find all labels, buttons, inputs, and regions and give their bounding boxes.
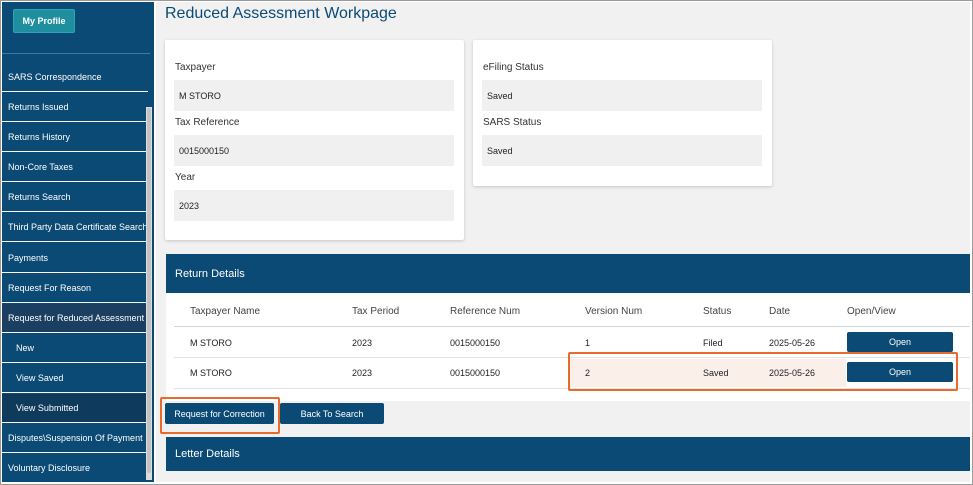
return-details-header: Return Details	[166, 254, 970, 293]
sidebar-scrollbar-thumb[interactable]	[147, 108, 151, 473]
sidebar-item-label: Payments	[8, 252, 49, 263]
sidebar-item-request-reduced-assessment[interactable]: Request for Reduced Assessment	[2, 304, 148, 333]
sidebar-item-label: Disputes\Suspension Of Payment	[8, 432, 143, 443]
row-highlight-outline	[568, 352, 958, 391]
row-status: Filed	[703, 338, 723, 348]
sidebar-item-label: Request for Reduced Assessment	[8, 312, 145, 323]
table-header-divider	[174, 326, 970, 327]
sidebar-item-sars-correspondence[interactable]: SARS Correspondence	[2, 63, 148, 92]
row-reference-num: 0015000150	[450, 338, 501, 348]
my-profile-button[interactable]: My Profile	[13, 9, 75, 33]
column-header-open-view[interactable]: Open/View	[847, 306, 896, 317]
sars-status-label: SARS Status	[483, 117, 542, 128]
sidebar-item-label: Returns Search	[8, 191, 71, 202]
sidebar-item-returns-issued[interactable]: Returns Issued	[2, 93, 148, 122]
sidebar-item-returns-history[interactable]: Returns History	[2, 123, 148, 152]
sidebar-item-voluntary-disclosure[interactable]: Voluntary Disclosure	[2, 454, 148, 482]
sars-status-field: Saved	[482, 135, 762, 166]
sidebar-item-label: Voluntary Disclosure	[8, 462, 91, 473]
sidebar: My Profile SARS Correspondence Returns I…	[2, 2, 154, 482]
sidebar-item-third-party-data[interactable]: Third Party Data Certificate Search	[2, 213, 148, 242]
sidebar-item-label: View Submitted	[16, 402, 79, 413]
sidebar-item-label: Third Party Data Certificate Search	[8, 221, 148, 232]
sidebar-divider	[2, 53, 150, 54]
tax-reference-field: 0015000150	[174, 135, 454, 166]
sidebar-item-non-core-taxes[interactable]: Non-Core Taxes	[2, 153, 148, 182]
letter-details-title: Letter Details	[175, 448, 240, 460]
column-header-reference-num[interactable]: Reference Num	[450, 306, 520, 317]
row-tax-period: 2023	[352, 338, 373, 348]
return-details-title: Return Details	[175, 267, 245, 280]
tax-reference-label: Tax Reference	[175, 117, 240, 128]
row-version-num: 1	[585, 338, 591, 348]
sidebar-item-view-submitted[interactable]: View Submitted	[2, 394, 148, 423]
taxpayer-card: Taxpayer M STORO Tax Reference 001500015…	[165, 40, 464, 240]
year-field: 2023	[174, 190, 454, 221]
efiling-status-field: Saved	[482, 80, 762, 111]
page-title: Reduced Assessment Workpage	[165, 5, 397, 22]
sidebar-item-label: Returns Issued	[8, 101, 69, 112]
sidebar-item-label: View Saved	[16, 372, 64, 383]
efiling-status-label: eFiling Status	[483, 62, 544, 73]
sidebar-item-label: Returns History	[8, 131, 71, 142]
column-header-version-num[interactable]: Version Num	[585, 306, 642, 317]
button-highlight-outline	[160, 397, 280, 434]
column-header-status[interactable]: Status	[703, 306, 731, 317]
status-card: eFiling Status Saved SARS Status Saved	[473, 40, 772, 186]
sidebar-item-label: SARS Correspondence	[8, 71, 102, 82]
row-tax-period: 2023	[352, 368, 373, 378]
row-taxpayer-name: M STORO	[190, 368, 232, 378]
sidebar-item-disputes[interactable]: Disputes\Suspension Of Payment	[2, 424, 148, 453]
sidebar-item-request-for-reason[interactable]: Request For Reason	[2, 274, 148, 303]
year-label: Year	[175, 172, 196, 183]
sidebar-item-label: Non-Core Taxes	[8, 161, 73, 172]
sidebar-item-view-saved[interactable]: View Saved	[2, 364, 148, 393]
row-date: 2025-05-26	[769, 338, 816, 348]
letter-details-header[interactable]: Letter Details	[166, 437, 970, 471]
sidebar-item-payments[interactable]: Payments	[2, 244, 148, 273]
taxpayer-field: M STORO	[174, 80, 454, 111]
taxpayer-label: Taxpayer	[175, 62, 216, 73]
row-reference-num: 0015000150	[450, 368, 501, 378]
open-button-row-1[interactable]: Open	[847, 332, 953, 352]
sidebar-item-label: New	[16, 342, 35, 353]
column-header-date[interactable]: Date	[769, 306, 790, 317]
sidebar-item-returns-search[interactable]: Returns Search	[2, 183, 148, 212]
column-header-taxpayer-name[interactable]: Taxpayer Name	[190, 306, 260, 317]
back-to-search-button[interactable]: Back To Search	[280, 403, 384, 424]
row-taxpayer-name: M STORO	[190, 338, 232, 348]
column-header-tax-period[interactable]: Tax Period	[352, 306, 399, 317]
sidebar-item-new[interactable]: New	[2, 334, 148, 363]
sidebar-item-label: Request For Reason	[8, 282, 92, 293]
